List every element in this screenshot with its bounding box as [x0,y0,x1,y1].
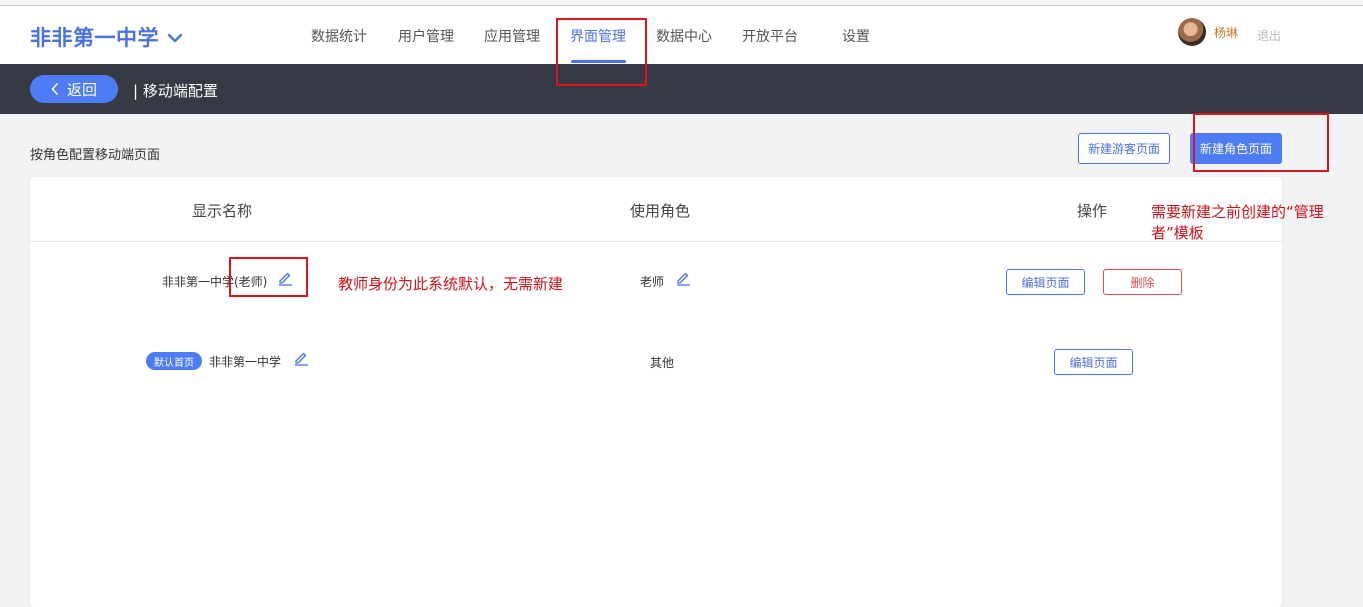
annotation-box-new-role [1193,113,1329,172]
edit-page-button[interactable]: 编辑页面 [1054,349,1133,375]
column-header-role: 使用角色 [630,202,691,220]
new-guest-page-button[interactable]: 新建游客页面 [1078,133,1170,164]
nav-item-user-management[interactable]: 用户管理 [398,26,454,46]
nav-item-open-platform[interactable]: 开放平台 [742,26,798,46]
annotation-teacher-note: 教师身份为此系统默认，无需新建 [338,275,564,293]
top-navbar: 非非第一中学 数据统计 用户管理 应用管理 界面管理 数据中心 开放平台 设置 … [0,6,1363,64]
school-switcher[interactable]: 非非第一中学 [30,22,183,52]
chevron-left-icon [51,83,58,95]
sub-header: 返回 | 移动端配置 [0,64,1363,114]
avatar [1178,18,1206,46]
table-header-divider [30,241,1282,242]
annotation-box-teacher [229,257,308,297]
edit-role-pencil-icon[interactable] [675,270,691,286]
nav-item-settings[interactable]: 设置 [842,26,870,46]
nav-item-app-management[interactable]: 应用管理 [484,26,540,46]
user-info[interactable]: 杨琳 [1178,18,1238,46]
delete-button[interactable]: 删除 [1103,269,1182,295]
user-name: 杨琳 [1214,25,1239,40]
column-header-actions: 操作 [1077,202,1108,220]
column-header-display-name: 显示名称 [192,202,253,220]
edit-name-pencil-icon[interactable] [293,350,309,366]
row-default-role: 其他 [650,356,675,370]
annotation-box-nav [556,18,647,86]
back-button[interactable]: 返回 [30,75,118,103]
page-title: | 移动端配置 [133,82,218,100]
row-default-name: 非非第一中学 [209,355,282,369]
edit-page-button[interactable]: 编辑页面 [1006,269,1085,295]
annotation-role-note-line1: 需要新建之前创建的“管理 [1151,203,1324,221]
nav-item-data-stats[interactable]: 数据统计 [311,26,367,46]
annotation-role-note-line2: 者”模板 [1151,224,1204,242]
section-label: 按角色配置移动端页面 [30,148,161,163]
default-home-badge: 默认首页 [146,352,202,370]
nav-item-data-center[interactable]: 数据中心 [656,26,712,46]
back-button-label: 返回 [66,80,97,99]
row-teacher-role: 老师 [640,275,665,289]
school-name: 非非第一中学 [30,26,159,50]
chevron-down-icon [167,33,183,43]
logout-link[interactable]: 退出 [1257,27,1281,44]
